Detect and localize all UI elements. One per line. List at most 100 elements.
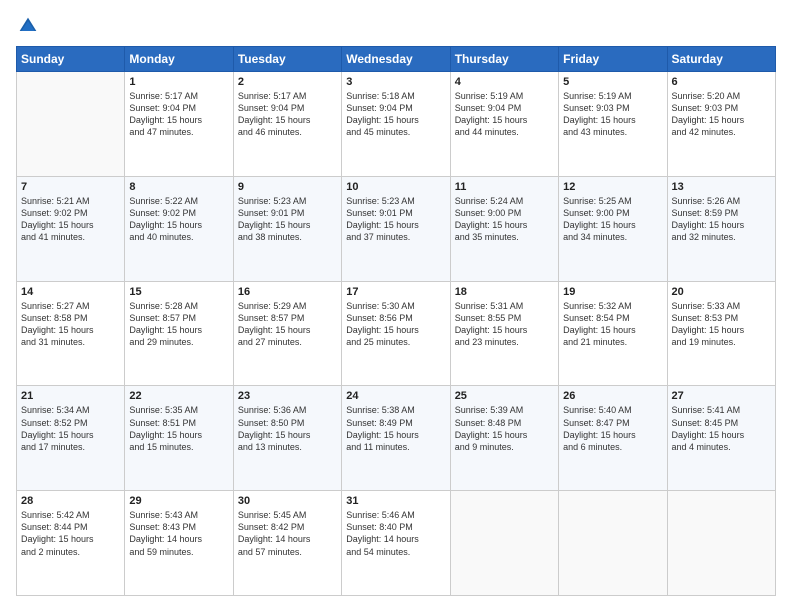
calendar-cell: 21 Sunrise: 5:34 AMSunset: 8:52 PMDayligh… (17, 386, 125, 491)
day-info: Sunrise: 5:26 AMSunset: 8:59 PMDaylight:… (672, 195, 771, 244)
calendar-cell: 30 Sunrise: 5:45 AMSunset: 8:42 PMDayligh… (233, 491, 341, 596)
calendar-cell: 23 Sunrise: 5:36 AMSunset: 8:50 PMDayligh… (233, 386, 341, 491)
calendar-header-thursday: Thursday (450, 47, 558, 72)
day-info: Sunrise: 5:35 AMSunset: 8:51 PMDaylight:… (129, 404, 228, 453)
calendar-header-saturday: Saturday (667, 47, 775, 72)
header (16, 16, 776, 36)
calendar-cell: 24Sunrise: 5:38 AMSunset: 8:49 PMDayligh… (342, 386, 450, 491)
calendar-cell: 31 Sunrise: 5:46 AMSunset: 8:40 PMDayligh… (342, 491, 450, 596)
day-info: Sunrise: 5:38 AMSunset: 8:49 PMDaylight:… (346, 404, 445, 453)
calendar-cell: 10 Sunrise: 5:23 AMSunset: 9:01 PMDayligh… (342, 176, 450, 281)
day-number: 23 (238, 390, 337, 402)
calendar-cell: 20 Sunrise: 5:33 AMSunset: 8:53 PMDayligh… (667, 281, 775, 386)
calendar-cell: 6Sunrise: 5:20 AMSunset: 9:03 PMDaylight… (667, 72, 775, 177)
calendar-cell: 16 Sunrise: 5:29 AMSunset: 8:57 PMDayligh… (233, 281, 341, 386)
calendar-cell (17, 72, 125, 177)
calendar-header-wednesday: Wednesday (342, 47, 450, 72)
calendar-cell: 22 Sunrise: 5:35 AMSunset: 8:51 PMDayligh… (125, 386, 233, 491)
logo (16, 16, 38, 36)
calendar-cell: 19Sunrise: 5:32 AMSunset: 8:54 PMDayligh… (559, 281, 667, 386)
day-info: Sunrise: 5:30 AMSunset: 8:56 PMDaylight:… (346, 300, 445, 349)
day-number: 20 (672, 286, 771, 298)
day-info: Sunrise: 5:34 AMSunset: 8:52 PMDaylight:… (21, 404, 120, 453)
day-info: Sunrise: 5:20 AMSunset: 9:03 PMDaylight:… (672, 90, 771, 139)
calendar-cell: 28 Sunrise: 5:42 AMSunset: 8:44 PMDayligh… (17, 491, 125, 596)
calendar-cell (559, 491, 667, 596)
day-number: 22 (129, 390, 228, 402)
calendar-week-3: 14 Sunrise: 5:27 AMSunset: 8:58 PMDayligh… (17, 281, 776, 386)
calendar-header-tuesday: Tuesday (233, 47, 341, 72)
day-number: 5 (563, 76, 662, 88)
day-info: Sunrise: 5:33 AMSunset: 8:53 PMDaylight:… (672, 300, 771, 349)
day-number: 25 (455, 390, 554, 402)
day-number: 18 (455, 286, 554, 298)
day-number: 27 (672, 390, 771, 402)
day-number: 30 (238, 495, 337, 507)
calendar-header-row: SundayMondayTuesdayWednesdayThursdayFrid… (17, 47, 776, 72)
calendar-header-monday: Monday (125, 47, 233, 72)
day-info: Sunrise: 5:22 AMSunset: 9:02 PMDaylight:… (129, 195, 228, 244)
day-number: 10 (346, 181, 445, 193)
day-info: Sunrise: 5:28 AMSunset: 8:57 PMDaylight:… (129, 300, 228, 349)
calendar-cell: 17 Sunrise: 5:30 AMSunset: 8:56 PMDayligh… (342, 281, 450, 386)
day-info: Sunrise: 5:46 AMSunset: 8:40 PMDaylight:… (346, 509, 445, 558)
calendar-table: SundayMondayTuesdayWednesdayThursdayFrid… (16, 46, 776, 596)
calendar-cell: 13Sunrise: 5:26 AMSunset: 8:59 PMDayligh… (667, 176, 775, 281)
day-number: 7 (21, 181, 120, 193)
calendar-cell: 5 Sunrise: 5:19 AMSunset: 9:03 PMDaylight… (559, 72, 667, 177)
calendar-week-4: 21 Sunrise: 5:34 AMSunset: 8:52 PMDayligh… (17, 386, 776, 491)
day-number: 14 (21, 286, 120, 298)
day-number: 16 (238, 286, 337, 298)
day-info: Sunrise: 5:36 AMSunset: 8:50 PMDaylight:… (238, 404, 337, 453)
day-number: 4 (455, 76, 554, 88)
day-info: Sunrise: 5:21 AMSunset: 9:02 PMDaylight:… (21, 195, 120, 244)
calendar-cell: 26Sunrise: 5:40 AMSunset: 8:47 PMDayligh… (559, 386, 667, 491)
day-number: 29 (129, 495, 228, 507)
day-info: Sunrise: 5:23 AMSunset: 9:01 PMDaylight:… (238, 195, 337, 244)
page: SundayMondayTuesdayWednesdayThursdayFrid… (0, 0, 792, 612)
calendar-cell: 1 Sunrise: 5:17 AMSunset: 9:04 PMDaylight… (125, 72, 233, 177)
calendar-week-5: 28 Sunrise: 5:42 AMSunset: 8:44 PMDayligh… (17, 491, 776, 596)
day-number: 12 (563, 181, 662, 193)
calendar-cell: 14 Sunrise: 5:27 AMSunset: 8:58 PMDayligh… (17, 281, 125, 386)
day-info: Sunrise: 5:41 AMSunset: 8:45 PMDaylight:… (672, 404, 771, 453)
day-number: 28 (21, 495, 120, 507)
calendar-cell: 9 Sunrise: 5:23 AMSunset: 9:01 PMDaylight… (233, 176, 341, 281)
day-number: 21 (21, 390, 120, 402)
day-info: Sunrise: 5:39 AMSunset: 8:48 PMDaylight:… (455, 404, 554, 453)
day-number: 1 (129, 76, 228, 88)
day-number: 31 (346, 495, 445, 507)
day-info: Sunrise: 5:17 AMSunset: 9:04 PMDaylight:… (129, 90, 228, 139)
calendar-cell: 7 Sunrise: 5:21 AMSunset: 9:02 PMDaylight… (17, 176, 125, 281)
calendar-cell: 27 Sunrise: 5:41 AMSunset: 8:45 PMDayligh… (667, 386, 775, 491)
day-info: Sunrise: 5:18 AMSunset: 9:04 PMDaylight:… (346, 90, 445, 139)
day-number: 9 (238, 181, 337, 193)
day-info: Sunrise: 5:29 AMSunset: 8:57 PMDaylight:… (238, 300, 337, 349)
day-info: Sunrise: 5:27 AMSunset: 8:58 PMDaylight:… (21, 300, 120, 349)
day-number: 17 (346, 286, 445, 298)
calendar-week-1: 1 Sunrise: 5:17 AMSunset: 9:04 PMDaylight… (17, 72, 776, 177)
day-info: Sunrise: 5:42 AMSunset: 8:44 PMDaylight:… (21, 509, 120, 558)
calendar-cell: 8 Sunrise: 5:22 AMSunset: 9:02 PMDaylight… (125, 176, 233, 281)
day-number: 11 (455, 181, 554, 193)
calendar-cell (450, 491, 558, 596)
day-number: 3 (346, 76, 445, 88)
day-number: 15 (129, 286, 228, 298)
calendar-cell: 3 Sunrise: 5:18 AMSunset: 9:04 PMDaylight… (342, 72, 450, 177)
calendar-cell: 18 Sunrise: 5:31 AMSunset: 8:55 PMDayligh… (450, 281, 558, 386)
day-info: Sunrise: 5:17 AMSunset: 9:04 PMDaylight:… (238, 90, 337, 139)
day-info: Sunrise: 5:25 AMSunset: 9:00 PMDaylight:… (563, 195, 662, 244)
calendar-cell (667, 491, 775, 596)
day-info: Sunrise: 5:19 AMSunset: 9:04 PMDaylight:… (455, 90, 554, 139)
day-info: Sunrise: 5:24 AMSunset: 9:00 PMDaylight:… (455, 195, 554, 244)
day-info: Sunrise: 5:45 AMSunset: 8:42 PMDaylight:… (238, 509, 337, 558)
day-info: Sunrise: 5:31 AMSunset: 8:55 PMDaylight:… (455, 300, 554, 349)
calendar-header-friday: Friday (559, 47, 667, 72)
calendar-cell: 11 Sunrise: 5:24 AMSunset: 9:00 PMDayligh… (450, 176, 558, 281)
calendar-cell: 25 Sunrise: 5:39 AMSunset: 8:48 PMDayligh… (450, 386, 558, 491)
day-number: 8 (129, 181, 228, 193)
day-info: Sunrise: 5:19 AMSunset: 9:03 PMDaylight:… (563, 90, 662, 139)
day-info: Sunrise: 5:23 AMSunset: 9:01 PMDaylight:… (346, 195, 445, 244)
day-info: Sunrise: 5:32 AMSunset: 8:54 PMDaylight:… (563, 300, 662, 349)
calendar-cell: 15 Sunrise: 5:28 AMSunset: 8:57 PMDayligh… (125, 281, 233, 386)
